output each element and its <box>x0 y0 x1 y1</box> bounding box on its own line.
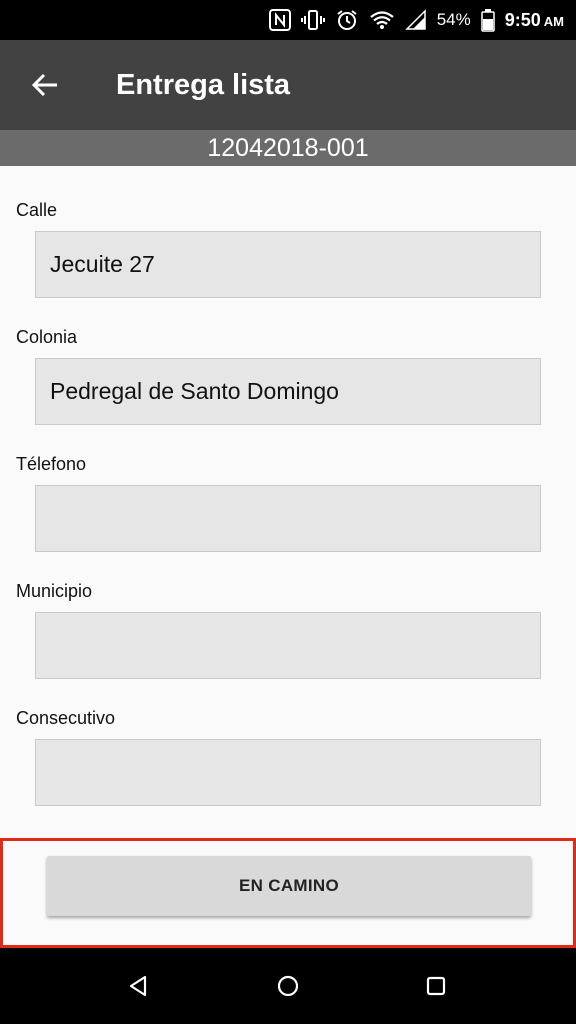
wifi-icon <box>370 11 394 29</box>
telefono-field[interactable] <box>35 485 541 552</box>
nav-back-button[interactable] <box>118 966 158 1006</box>
en-camino-button[interactable]: EN CAMINO <box>47 856 531 916</box>
nav-home-button[interactable] <box>268 966 308 1006</box>
consecutivo-field[interactable] <box>35 739 541 806</box>
signal-icon <box>404 9 426 30</box>
page-title: Entrega lista <box>116 69 291 101</box>
label-telefono: Télefono <box>16 454 87 474</box>
vibrate-icon <box>300 10 325 30</box>
status-bar: 54% 9:50 AM <box>0 0 576 40</box>
battery-icon <box>481 9 495 32</box>
clock: 9:50 AM <box>505 10 564 31</box>
app-bar: Entrega lista <box>0 40 576 130</box>
home-circle-icon <box>277 975 299 997</box>
label-municipio: Municipio <box>16 581 93 601</box>
clock-time: 9:50 <box>504 9 541 30</box>
nfc-icon <box>268 9 291 31</box>
nav-recents-button[interactable] <box>416 966 456 1006</box>
colonia-field[interactable]: Pedregal de Santo Domingo <box>35 358 541 425</box>
label-calle: Calle <box>16 200 58 220</box>
calle-field[interactable]: Jecuite 27 <box>35 231 541 298</box>
back-triangle-icon <box>129 975 147 997</box>
clock-ampm: AM <box>543 13 564 29</box>
label-consecutivo: Consecutivo <box>16 708 116 728</box>
action-highlight-box: EN CAMINO <box>0 838 576 948</box>
back-button[interactable] <box>22 62 68 108</box>
recents-square-icon <box>426 976 446 996</box>
label-colonia: Colonia <box>16 327 78 347</box>
battery-percent: 54% <box>436 10 471 29</box>
system-nav-bar <box>0 948 576 1024</box>
alarm-icon <box>337 10 357 30</box>
order-id-header: 12042018-001 <box>0 130 576 166</box>
municipio-field[interactable] <box>35 612 541 679</box>
arrow-back-icon <box>31 73 57 97</box>
